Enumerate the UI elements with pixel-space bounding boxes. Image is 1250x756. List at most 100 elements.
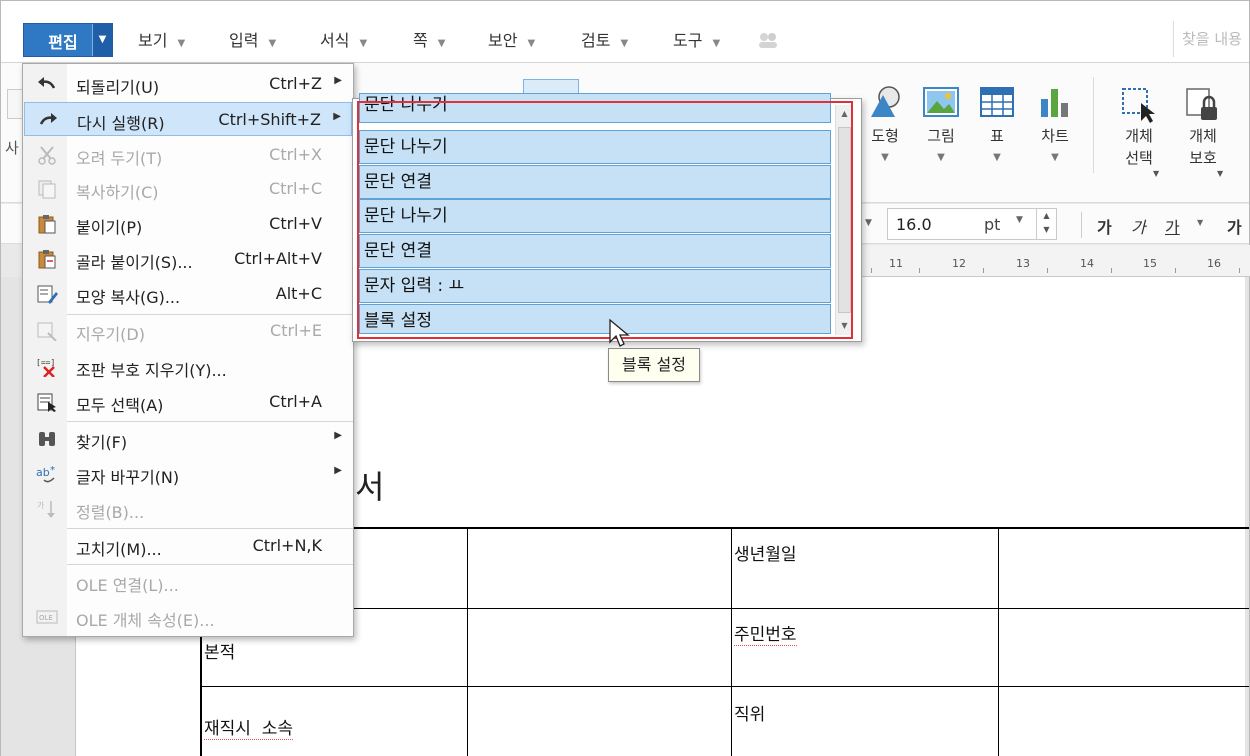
svg-text:가: 가 bbox=[37, 501, 45, 510]
italic-button[interactable]: 가 bbox=[1131, 214, 1146, 238]
protect-object-button[interactable]: 개체 보호 bbox=[1177, 85, 1229, 169]
ruler-tick: 13 bbox=[1016, 257, 1030, 270]
menu-item-redo[interactable]: 다시 실행(R) Ctrl+Shift+Z ▶ bbox=[24, 102, 352, 136]
table-icon bbox=[980, 87, 1014, 117]
table-border bbox=[200, 686, 1249, 687]
menu-tab-edit[interactable]: 편집 ▼ bbox=[23, 23, 113, 57]
redo-history-list: 문단 나누기 문단 나누기 문단 연결 문단 나누기 문단 연결 문자 입력 :… bbox=[352, 93, 862, 342]
menu-item-label: 글자 바꾸기(N) bbox=[76, 468, 180, 487]
menu-tab-security[interactable]: 보안 ▼ bbox=[488, 25, 535, 57]
menu-item-label: OLE 연결(L)... bbox=[76, 576, 179, 595]
divider bbox=[1081, 212, 1082, 238]
menu-item-erase[interactable]: 지우기(D) Ctrl+E bbox=[24, 314, 352, 348]
select-object-button[interactable]: 개체 선택 bbox=[1113, 85, 1165, 169]
menu-item-copy[interactable]: 복사하기(C) Ctrl+C bbox=[24, 172, 352, 206]
menu-item-sort[interactable]: 가 정렬(B)... bbox=[24, 492, 352, 526]
menu-tab-insert[interactable]: 입력 ▼ bbox=[229, 25, 276, 57]
chevron-down-icon: ▼ bbox=[937, 152, 945, 163]
menu-tab-format[interactable]: 서식 ▼ bbox=[320, 25, 367, 57]
chevron-down-icon[interactable]: ▼ bbox=[865, 218, 872, 228]
redo-icon bbox=[39, 113, 57, 125]
menu-item-label: 지우기(D) bbox=[76, 325, 145, 344]
picture-icon bbox=[923, 87, 959, 117]
menu-item-shortcut: Ctrl+Shift+Z bbox=[218, 110, 321, 129]
tooltip: 블록 설정 bbox=[608, 348, 700, 382]
search-input[interactable]: 찾을 내용 bbox=[1173, 21, 1250, 57]
table-cell-position[interactable]: 직위 bbox=[734, 700, 765, 725]
menu-item-undo[interactable]: 되돌리기(U) Ctrl+Z ▶ bbox=[24, 67, 352, 101]
select-object-label: 개체 선택 bbox=[1125, 127, 1153, 167]
shape-button[interactable]: 도형 ▼ bbox=[857, 85, 913, 163]
chevron-down-icon: ▼ bbox=[712, 38, 721, 49]
menu-item-ole-properties[interactable]: OLE OLE 개체 속성(E)... bbox=[24, 600, 352, 634]
horizontal-ruler[interactable]: 11 12 13 14 15 16 bbox=[855, 245, 1250, 277]
menu-item-find[interactable]: 찾기(F) ▶ bbox=[24, 422, 352, 456]
ruler-mark bbox=[1047, 268, 1048, 273]
submenu-arrow-icon: ▶ bbox=[334, 75, 342, 86]
copy-icon bbox=[38, 180, 56, 199]
chart-button[interactable]: 차트 ▼ bbox=[1027, 85, 1083, 163]
shape-label: 도형 bbox=[871, 127, 899, 145]
menu-tab-tools[interactable]: 도구 ▼ bbox=[673, 25, 720, 57]
menu-item-paste-special[interactable]: 골라 붙이기(S)... Ctrl+Alt+V bbox=[24, 242, 352, 276]
menu-tab-label: 검토 bbox=[581, 31, 611, 50]
menu-item-label: 정렬(B)... bbox=[76, 503, 145, 522]
table-cell-affiliation[interactable]: 재직시 소속 bbox=[204, 714, 294, 740]
menu-item-label: 고치기(M)... bbox=[76, 540, 162, 559]
chevron-down-icon: ▼ bbox=[177, 38, 186, 49]
menu-tab-label: 보기 bbox=[138, 31, 168, 50]
users-icon[interactable] bbox=[757, 31, 779, 53]
ruler-mark bbox=[1111, 268, 1112, 273]
menubar: 편집 ▼ 보기 ▼ 입력 ▼ 서식 ▼ 쪽 ▼ 보안 ▼ 검토 ▼ 도구 ▼ 찾을 내용 bbox=[1, 1, 1249, 65]
menu-item-remove-codes[interactable]: [==] 조판 부호 지우기(Y)... bbox=[24, 350, 352, 384]
svg-text:[==]: [==] bbox=[36, 358, 55, 367]
chevron-down-icon[interactable]: ▼ bbox=[1197, 218, 1203, 227]
ruler-mark bbox=[871, 268, 872, 273]
chevron-down-icon: ▼ bbox=[1051, 152, 1059, 163]
ruler-tick: 16 bbox=[1207, 257, 1221, 270]
underline-button[interactable]: 가 bbox=[1165, 214, 1180, 238]
ruler-mark bbox=[919, 268, 920, 273]
cut-icon bbox=[38, 146, 56, 165]
ruler-mark bbox=[1239, 268, 1240, 273]
chevron-down-icon: ▼ bbox=[993, 152, 1001, 163]
chevron-down-icon[interactable]: ▼ bbox=[92, 24, 112, 56]
menu-item-label: 복사하기(C) bbox=[76, 183, 159, 202]
menu-item-fix[interactable]: 고치기(M)... Ctrl+N,K bbox=[24, 529, 352, 563]
font-size-stepper[interactable]: ▲ ▼ bbox=[1036, 209, 1056, 239]
table-cell-hometown[interactable]: 본적 bbox=[204, 638, 235, 663]
picture-button[interactable]: 그림 ▼ bbox=[913, 85, 969, 163]
menu-tab-view[interactable]: 보기 ▼ bbox=[138, 25, 185, 57]
menu-item-label: 다시 실행(R) bbox=[77, 114, 165, 133]
menu-tab-label: 쪽 bbox=[413, 31, 428, 50]
bold-button[interactable]: 가 bbox=[1097, 214, 1112, 238]
menu-item-cut[interactable]: 오려 두기(T) Ctrl+X bbox=[24, 138, 352, 172]
picture-label: 그림 bbox=[927, 127, 955, 145]
font-size-field[interactable]: 16.0 pt ▼ ▲ ▼ bbox=[887, 208, 1057, 240]
menu-tab-review[interactable]: 검토 ▼ bbox=[581, 25, 628, 57]
document-title: 서 bbox=[355, 468, 385, 506]
strike-button[interactable]: 가 bbox=[1227, 214, 1242, 238]
ribbon-partial-label: 사 bbox=[5, 139, 19, 157]
menu-item-label: OLE 개체 속성(E)... bbox=[76, 611, 215, 630]
sort-icon: 가 bbox=[37, 501, 55, 518]
chevron-down-icon[interactable]: ▼ bbox=[1016, 215, 1023, 225]
menu-item-shortcut: Alt+C bbox=[275, 284, 322, 303]
menu-item-replace[interactable]: ab * 글자 바꾸기(N) ▶ bbox=[24, 457, 352, 491]
menu-item-format-painter[interactable]: 모양 복사(G)... Alt+C bbox=[24, 277, 352, 311]
chevron-down-icon: ▼ bbox=[1217, 169, 1224, 178]
table-cell-resident-number[interactable]: 주민번호 bbox=[734, 620, 797, 646]
menu-item-select-all[interactable]: 모두 선택(A) Ctrl+A bbox=[24, 385, 352, 419]
ruler-mark bbox=[1175, 268, 1176, 273]
menu-item-paste[interactable]: 붙이기(P) Ctrl+V bbox=[24, 207, 352, 241]
menu-item-label: 오려 두기(T) bbox=[76, 149, 163, 168]
table-button[interactable]: 표 ▼ bbox=[969, 85, 1025, 163]
menu-tab-label: 보안 bbox=[488, 31, 518, 50]
table-cell-birth-date[interactable]: 생년월일 bbox=[734, 540, 797, 565]
menu-item-ole-link[interactable]: OLE 연결(L)... bbox=[24, 565, 352, 599]
menu-tab-page[interactable]: 쪽 ▼ bbox=[413, 25, 445, 57]
menu-item-shortcut: Ctrl+C bbox=[268, 179, 322, 198]
menu-tab-label: 도구 bbox=[673, 31, 703, 50]
chevron-down-icon: ▼ bbox=[359, 38, 368, 49]
menu-tab-label: 입력 bbox=[229, 31, 259, 50]
